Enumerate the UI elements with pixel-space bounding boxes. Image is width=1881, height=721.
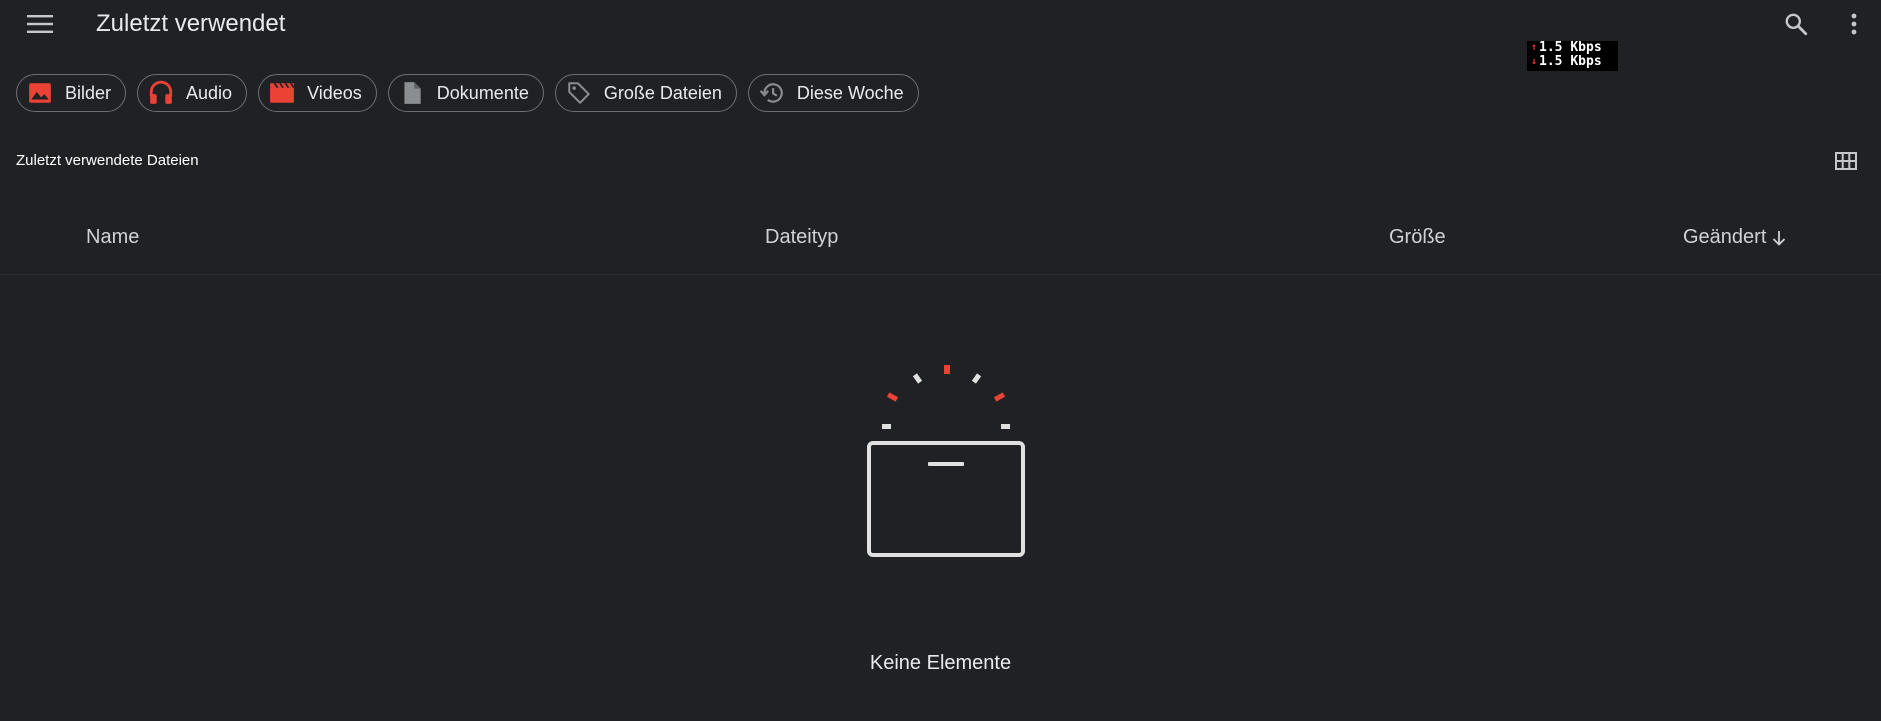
section-title: Zuletzt verwendete Dateien [16, 152, 199, 169]
chip-label: Dokumente [436, 82, 529, 103]
document-icon [404, 82, 421, 104]
download-arrow-icon: ↓ [1531, 56, 1538, 67]
chip-bilder[interactable]: Bilder [16, 74, 127, 112]
filter-chips: Bilder Audio Videos Dokumente Große Date… [16, 74, 919, 114]
files-app: Zuletzt verwendet ↑1.5 Kbps ↓1.5 Kbps [0, 0, 1881, 721]
arrow-down-icon [1773, 230, 1786, 246]
image-icon [29, 83, 51, 103]
more-vert-icon [1851, 13, 1857, 35]
network-speed-indicator: ↑ 1.5 Kbps ↓ 1.5 Kbps [1527, 41, 1618, 71]
chip-dokumente[interactable]: Dokumente [387, 74, 544, 112]
download-speed: 1.5 Kbps [1539, 54, 1602, 69]
chip-audio[interactable]: Audio [137, 74, 248, 112]
upload-arrow-icon: ↑ [1531, 42, 1538, 53]
empty-state-message: Keine Elemente [869, 652, 1012, 674]
page-title: Zuletzt verwendet [96, 10, 286, 37]
upload-speed: 1.5 Kbps [1539, 40, 1602, 55]
empty-box-icon [867, 365, 1025, 557]
search-button[interactable] [1776, 6, 1816, 42]
chip-label: Bilder [65, 82, 112, 103]
column-header-size[interactable]: Größe [1389, 226, 1446, 249]
chip-label: Videos [307, 82, 362, 103]
search-icon [1785, 13, 1808, 36]
menu-button[interactable] [20, 6, 60, 42]
chip-grosse-dateien[interactable]: Große Dateien [554, 74, 737, 112]
chip-label: Audio [186, 82, 233, 103]
headphones-icon [149, 80, 173, 104]
tag-icon [568, 82, 590, 104]
chip-label: Große Dateien [603, 82, 722, 103]
more-options-button[interactable] [1834, 6, 1874, 42]
chip-videos[interactable]: Videos [258, 74, 377, 112]
column-header-type[interactable]: Dateityp [765, 226, 838, 249]
hamburger-menu-icon [27, 15, 53, 33]
chip-diese-woche[interactable]: Diese Woche [747, 74, 919, 112]
table-header: Name Dateityp Größe Geändert [0, 218, 1881, 275]
column-header-name[interactable]: Name [86, 226, 139, 249]
grid-view-icon [1835, 152, 1857, 170]
column-header-modified[interactable]: Geändert [1683, 226, 1786, 249]
movie-icon [270, 82, 295, 103]
grid-view-button[interactable] [1830, 146, 1862, 176]
chip-label: Diese Woche [796, 82, 904, 103]
history-icon [759, 83, 783, 103]
